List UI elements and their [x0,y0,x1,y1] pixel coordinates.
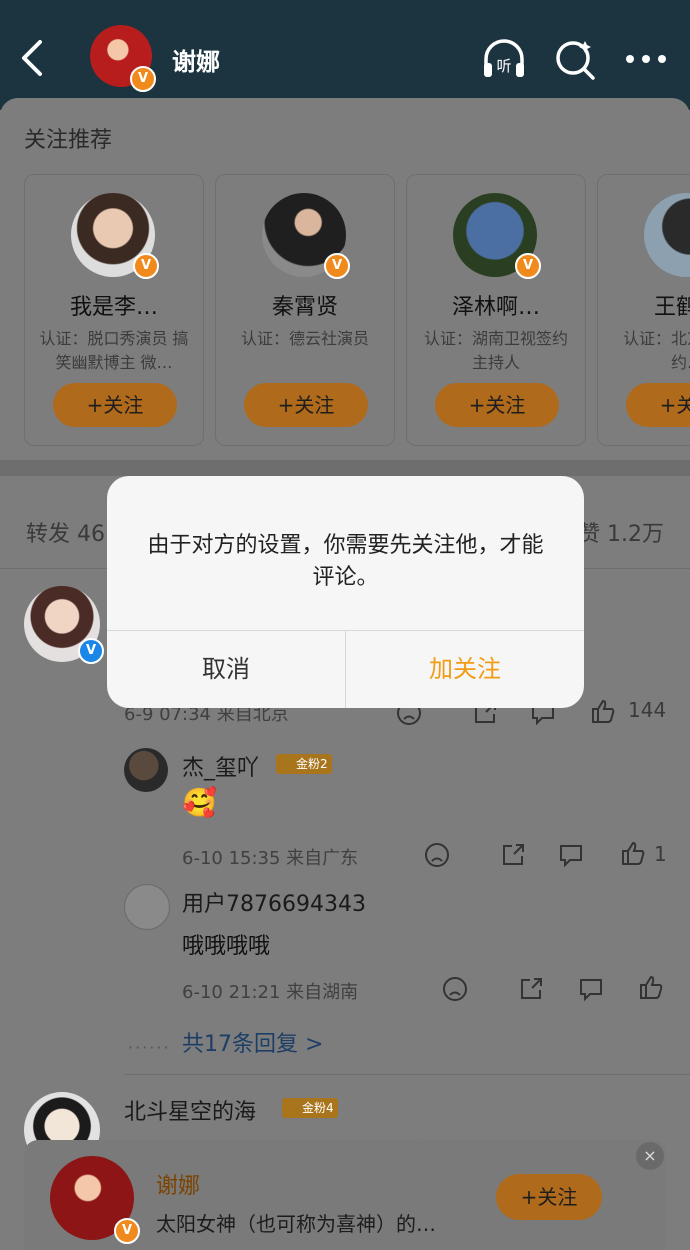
more-replies-link[interactable]: 共17条回复 > [182,1026,323,1058]
reply-meta: 6-10 21:21 来自湖南 [182,982,359,1003]
recommend-cert: 认证：脱口秀演员 搞笑幽默博主 微… [39,329,189,372]
recommend-name: 我是李… [69,295,158,320]
reply-avatar[interactable] [124,748,168,792]
like-icon[interactable] [620,840,646,866]
recommend-name: 王鹤棣 [653,295,690,320]
verified-badge-icon: V [114,1218,140,1244]
top-bar: V 谢娜 听 [0,0,690,110]
blue-verified-icon: V [78,638,104,664]
verified-badge-icon: V [130,66,156,92]
fan-badge: 金粉4 [282,1098,338,1118]
share-icon[interactable] [518,976,544,1002]
tab-likes[interactable]: 赞 1.2万 [578,516,664,548]
search-icon[interactable] [552,35,600,83]
dialog-message: 由于对方的设置，你需要先关注他，才能评论。 [147,533,544,590]
follow-button[interactable]: +关注 [626,383,690,427]
add-follow-button[interactable]: 加关注 [346,630,584,708]
follow-button[interactable]: +关注 [244,383,368,427]
recommend-card[interactable]: V 王鹤棣 认证：北京…视签约… +关注 [597,174,690,446]
recommend-cert: 认证：湖南卫视签约主持人 [423,329,568,372]
svg-text:听: 听 [496,57,511,75]
cancel-button[interactable]: 取消 [107,630,345,708]
dislike-icon[interactable] [424,842,450,868]
like-count: 144 [628,698,667,722]
comment-username[interactable]: 北斗星空的海 [124,1094,256,1126]
reply-text: 🥰 [182,786,217,819]
reply-text: 哦哦哦哦 [182,934,271,959]
reply-meta: 6-10 15:35 来自广东 [182,848,359,869]
comment-icon[interactable] [558,842,584,868]
verified-badge-icon: V [133,253,159,279]
section-divider [0,460,690,476]
tab-repost[interactable]: 转发 46 [26,516,105,548]
more-icon[interactable] [622,35,670,83]
like-icon[interactable] [638,974,664,1000]
reply-username[interactable]: 杰_玺吖 [182,750,259,782]
recommend-card[interactable]: V 泽林啊… 认证：湖南卫视签约主持人 +关注 [406,174,586,446]
user-avatar [644,193,690,277]
share-icon[interactable] [500,842,526,868]
back-arrow-icon[interactable] [18,38,48,78]
close-icon[interactable]: × [636,1142,664,1170]
recommend-card[interactable]: V 秦霄贤 认证：德云社演员 +关注 [215,174,395,446]
floating-follow-bar: V 谢娜 太阳女神（也可称为喜神）的… +关注 × [24,1140,666,1250]
default-avatar-icon[interactable] [124,884,170,930]
recommend-title: 关注推荐 [24,128,113,153]
follow-button[interactable]: +关注 [53,383,177,427]
floating-name: 谢娜 [156,1174,201,1199]
dots-divider: ······ [128,1038,171,1057]
recommend-cert: 认证：北京…视签约… [622,329,690,372]
like-count: 1 [654,842,667,866]
floating-follow-button[interactable]: +关注 [496,1174,602,1220]
like-icon[interactable] [590,698,616,724]
listen-icon[interactable]: 听 [480,35,528,83]
floating-desc: 太阳女神（也可称为喜神）的… [156,1212,436,1236]
page-title: 谢娜 [172,48,220,76]
comment-icon[interactable] [578,976,604,1002]
recommend-name: 秦霄贤 [271,295,338,320]
follow-button[interactable]: +关注 [435,383,559,427]
follow-required-dialog: 由于对方的设置，你需要先关注他，才能评论。 取消 加关注 [107,476,584,708]
recommend-card[interactable]: V 我是李… 认证：脱口秀演员 搞笑幽默博主 微… +关注 [24,174,204,446]
dislike-icon[interactable] [442,976,468,1002]
fan-badge: 金粉2 [276,754,332,774]
verified-badge-icon: V [324,253,350,279]
verified-badge-icon: V [515,253,541,279]
recommend-name: 泽林啊… [451,295,540,320]
divider [124,1074,690,1075]
recommend-cert: 认证：德云社演员 [240,329,369,348]
reply-username[interactable]: 用户7876694343 [182,886,366,918]
